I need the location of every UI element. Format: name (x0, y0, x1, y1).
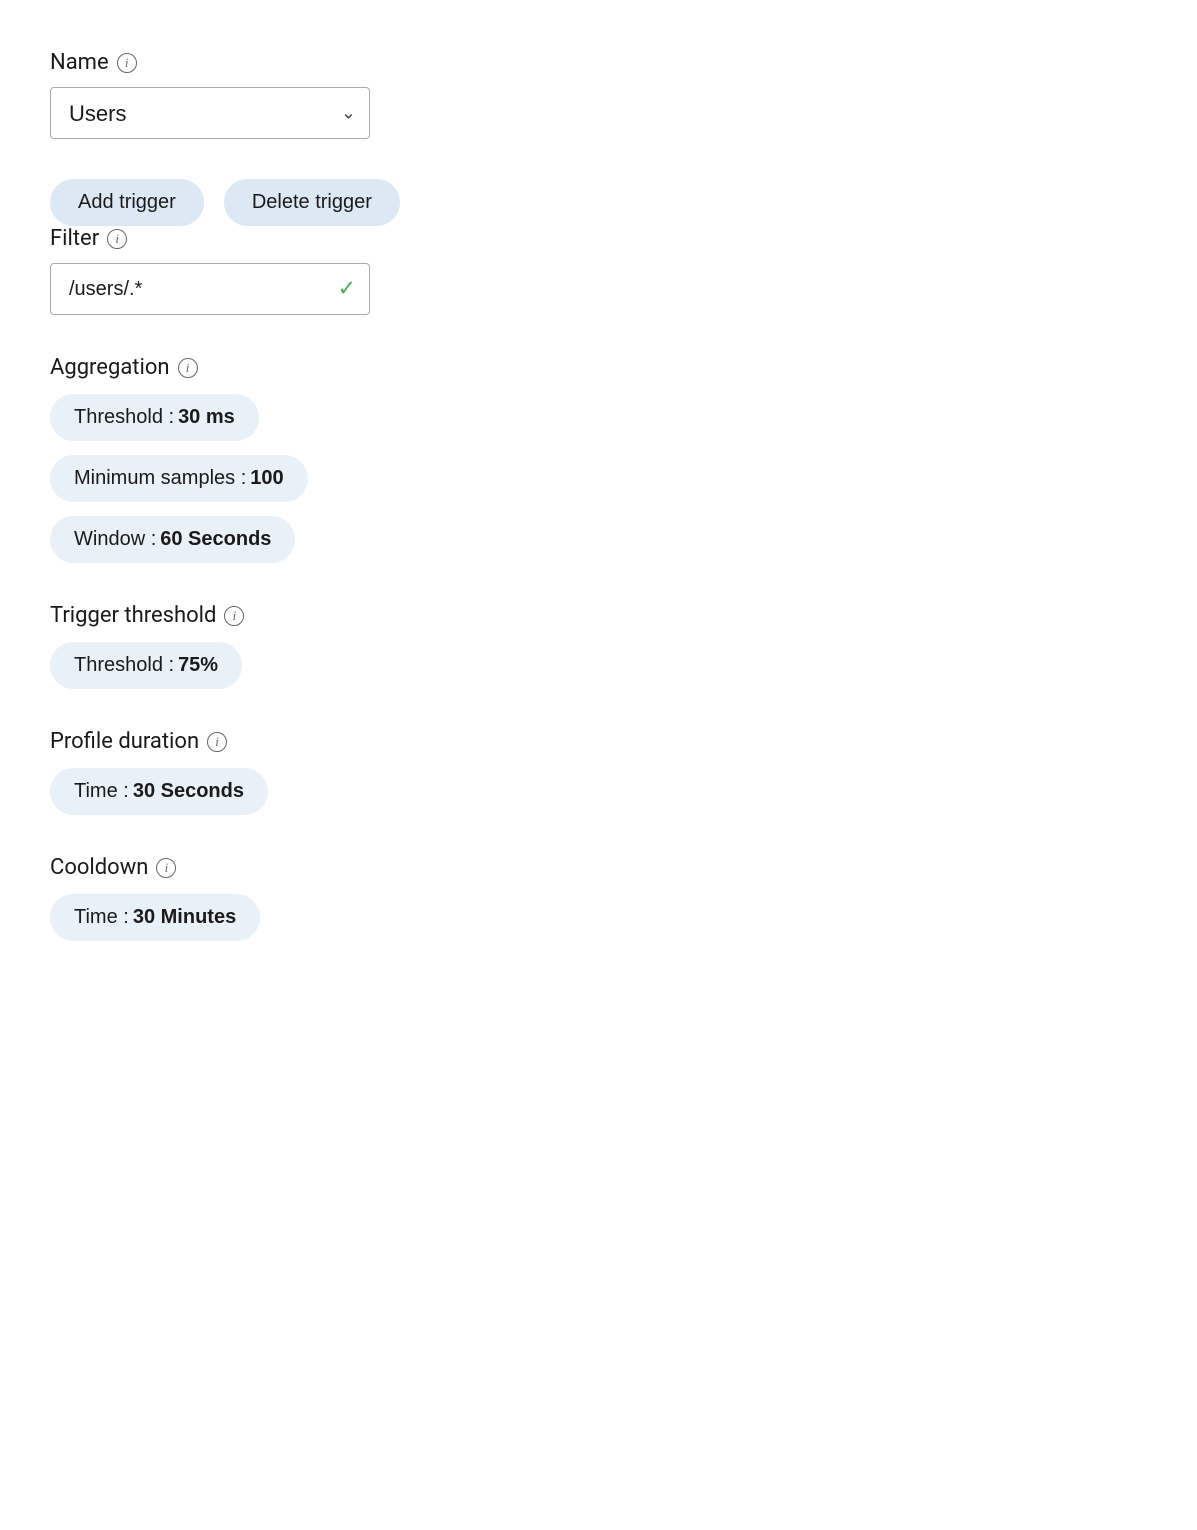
aggregation-threshold-label: Threshold : (74, 406, 174, 429)
name-info-icon[interactable]: i (117, 53, 137, 73)
cooldown-pill[interactable]: Time : 30 Minutes (50, 894, 260, 941)
filter-section: Filter i ✓ (50, 226, 1147, 315)
aggregation-label-row: Aggregation i (50, 355, 1147, 380)
cooldown-section: Cooldown i Time : 30 Minutes (50, 855, 1147, 941)
cooldown-label-row: Cooldown i (50, 855, 1147, 880)
profile-duration-time-label: Time : (74, 780, 129, 803)
trigger-threshold-pill-label: Threshold : (74, 654, 174, 677)
trigger-threshold-info-icon[interactable]: i (224, 606, 244, 626)
aggregation-window-pill[interactable]: Window : 60 Seconds (50, 516, 295, 563)
profile-duration-info-icon[interactable]: i (207, 732, 227, 752)
aggregation-window-value: 60 Seconds (160, 528, 271, 551)
trigger-threshold-section: Trigger threshold i Threshold : 75% (50, 603, 1147, 689)
profile-duration-time-value: 30 Seconds (133, 780, 244, 803)
filter-label: Filter (50, 226, 99, 251)
cooldown-info-icon[interactable]: i (156, 858, 176, 878)
filter-label-row: Filter i (50, 226, 1147, 251)
add-trigger-button[interactable]: Add trigger (50, 179, 204, 226)
cooldown-time-label: Time : (74, 906, 129, 929)
aggregation-min-samples-pill-wrapper: Minimum samples : 100 (50, 455, 1147, 502)
aggregation-threshold-pill[interactable]: Threshold : 30 ms (50, 394, 259, 441)
profile-duration-section: Profile duration i Time : 30 Seconds (50, 729, 1147, 815)
aggregation-window-pill-wrapper: Window : 60 Seconds (50, 516, 1147, 563)
aggregation-window-label: Window : (74, 528, 156, 551)
check-icon: ✓ (338, 277, 356, 302)
filter-input-wrapper: ✓ (50, 263, 370, 315)
aggregation-info-icon[interactable]: i (178, 358, 198, 378)
name-select-wrapper: Users ⌄ (50, 87, 370, 139)
trigger-threshold-label: Trigger threshold (50, 603, 216, 628)
aggregation-threshold-pill-wrapper: Threshold : 30 ms (50, 394, 1147, 441)
profile-duration-pill[interactable]: Time : 30 Seconds (50, 768, 268, 815)
profile-duration-label-row: Profile duration i (50, 729, 1147, 754)
filter-info-icon[interactable]: i (107, 229, 127, 249)
trigger-buttons: Add trigger Delete trigger (50, 179, 1147, 226)
filter-input[interactable] (50, 263, 370, 315)
trigger-threshold-pill[interactable]: Threshold : 75% (50, 642, 242, 689)
profile-duration-label: Profile duration (50, 729, 199, 754)
name-label: Name (50, 50, 109, 75)
trigger-threshold-pill-value: 75% (178, 654, 218, 677)
delete-trigger-button[interactable]: Delete trigger (224, 179, 400, 226)
name-section: Name i Users ⌄ (50, 50, 1147, 139)
cooldown-time-value: 30 Minutes (133, 906, 236, 929)
aggregation-min-samples-value: 100 (250, 467, 283, 490)
trigger-threshold-pill-wrapper: Threshold : 75% (50, 642, 1147, 689)
aggregation-threshold-value: 30 ms (178, 406, 235, 429)
trigger-threshold-label-row: Trigger threshold i (50, 603, 1147, 628)
aggregation-section: Aggregation i Threshold : 30 ms Minimum … (50, 355, 1147, 563)
name-select[interactable]: Users (50, 87, 370, 139)
aggregation-min-samples-pill[interactable]: Minimum samples : 100 (50, 455, 308, 502)
cooldown-label: Cooldown (50, 855, 148, 880)
aggregation-min-samples-label: Minimum samples : (74, 467, 246, 490)
name-label-row: Name i (50, 50, 1147, 75)
cooldown-pill-wrapper: Time : 30 Minutes (50, 894, 1147, 941)
profile-duration-pill-wrapper: Time : 30 Seconds (50, 768, 1147, 815)
aggregation-label: Aggregation (50, 355, 170, 380)
